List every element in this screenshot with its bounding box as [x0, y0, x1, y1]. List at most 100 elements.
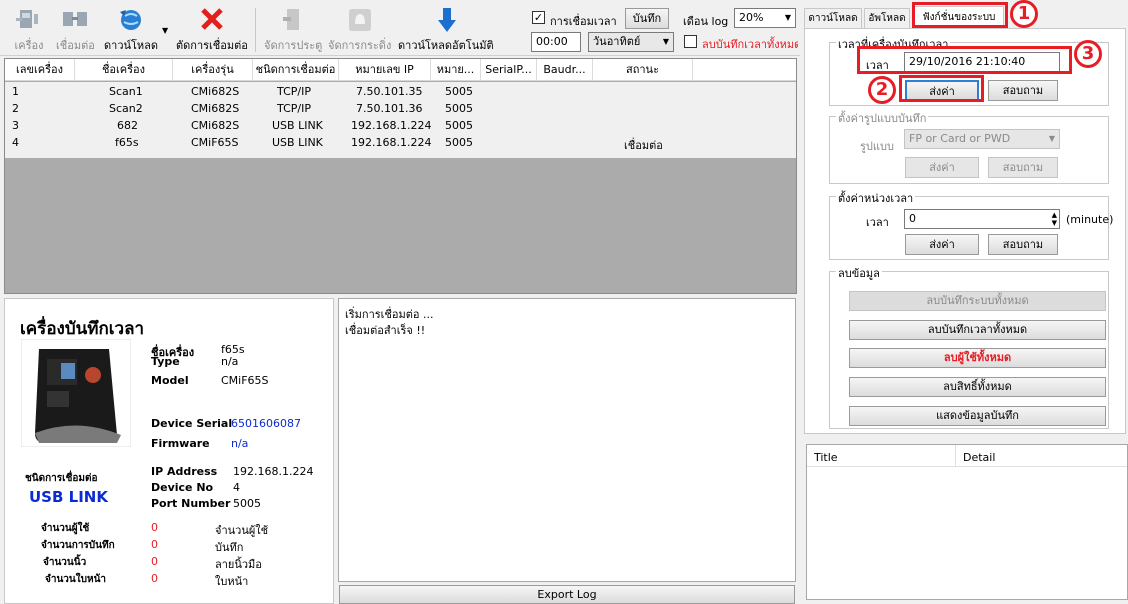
auto-download-button[interactable]: ดาวน์โหลดอัตโนมัติ	[398, 6, 494, 54]
log-line: เชื่อมต่อสำเร็จ !!	[345, 324, 426, 337]
count-label: จำนวนนิ้ว	[43, 557, 87, 568]
col-header[interactable]: สถานะ	[593, 59, 693, 81]
count-value: 0	[151, 555, 158, 568]
bell-button[interactable]: จัดการกระดิ่ง	[328, 6, 391, 54]
delete-rights-button[interactable]: ลบสิทธิ์ทั้งหมด	[849, 377, 1106, 397]
query-time-button[interactable]: สอบถาม	[988, 80, 1058, 101]
query-format-button[interactable]: สอบถาม	[988, 157, 1058, 178]
auto-download-label: ดาวน์โหลดอัตโนมัติ	[398, 39, 494, 52]
door-label: จัดการประตู	[264, 39, 323, 52]
send-delay-button[interactable]: ส่งค่า	[905, 234, 979, 255]
annotation-box-time	[857, 46, 1072, 74]
delay-label: เวลา	[866, 216, 889, 229]
show-log-data-button[interactable]: แสดงข้อมูลบันทึก	[849, 406, 1106, 426]
table-row[interactable]: 3 682 CMi682S USB LINK 192.168.1.224 5005	[5, 117, 796, 134]
table-row[interactable]: 2 Scan2 CMi682S TCP/IP 7.50.101.36 5005	[5, 100, 796, 117]
down-arrow-icon	[437, 8, 456, 32]
annotation-number-1: 1	[1010, 0, 1038, 28]
delete-group-title: ลบข้อมูล	[836, 264, 882, 282]
spinner-icon[interactable]: ▲ ▼	[1052, 211, 1057, 227]
model-value: CMiF65S	[221, 374, 269, 387]
count-value: 0	[151, 538, 158, 551]
download-dropdown-arrow[interactable]: ▼	[162, 26, 168, 35]
tab-upload[interactable]: อัพโหลด	[864, 8, 910, 28]
sync-time-checkbox[interactable]: ✓	[532, 11, 545, 24]
bell-icon	[348, 9, 371, 31]
model-label: Model	[151, 374, 189, 387]
firmware-value: n/a	[231, 437, 249, 450]
count-value: 0	[151, 521, 158, 534]
table-row[interactable]: 1 Scan1 CMi682S TCP/IP 7.50.101.35 5005	[5, 83, 796, 100]
connect-button[interactable]: เชื่อมต่อ	[56, 6, 95, 54]
query-delay-button[interactable]: สอบถาม	[988, 234, 1058, 255]
delay-input[interactable]: 0 ▲ ▼	[904, 209, 1060, 229]
month-log-select[interactable]: 20% ▼	[734, 8, 796, 28]
col-divider	[955, 445, 956, 467]
machine-button[interactable]: เครื่อง	[14, 6, 44, 54]
port-label: Port Number	[151, 497, 231, 510]
device-image	[21, 339, 131, 447]
download-label: ดาวน์โหลด	[104, 39, 159, 52]
delete-system-log-button[interactable]: ลบบันทึกระบบทั้งหมด	[849, 291, 1106, 311]
download-globe-icon	[120, 10, 142, 30]
count-label: จำนวนผู้ใช้	[41, 523, 90, 534]
firmware-label: Firmware	[151, 437, 210, 450]
count-unit: ใบหน้า	[215, 575, 249, 588]
download-button[interactable]: ดาวน์โหลด	[104, 6, 158, 54]
col-header[interactable]: ชนิดการเชื่อมต่อ	[253, 59, 339, 81]
export-log-button[interactable]: Export Log	[339, 585, 795, 604]
send-format-button[interactable]: ส่งค่า	[905, 157, 979, 178]
serial-value: 6501606087	[231, 417, 301, 430]
device-grid: เลขเครื่อง ชื่อเครื่อง เครื่องรุ่น ชนิดก…	[4, 58, 797, 294]
col-header[interactable]: Baudr...	[537, 59, 593, 81]
tab-download[interactable]: ดาวน์โหลด	[804, 8, 862, 28]
ip-label: IP Address	[151, 465, 218, 478]
chevron-down-icon: ▼	[662, 37, 669, 46]
col-header[interactable]: SerialP...	[481, 59, 537, 81]
grid-header: เลขเครื่อง ชื่อเครื่อง เครื่องรุ่น ชนิดก…	[5, 59, 796, 81]
detail-col-header[interactable]: Detail	[963, 451, 995, 464]
chevron-down-icon: ▼	[1048, 134, 1055, 143]
count-unit: บันทึก	[215, 541, 244, 554]
serial-label: Device Serial	[151, 417, 233, 430]
delete-all-checkbox[interactable]	[684, 35, 697, 48]
save-button[interactable]: บันทึก	[625, 8, 669, 29]
toolbar: เครื่อง เชื่อมต่อ ดาวน์โหลด ▼ ตัดการเชื่…	[0, 0, 800, 56]
delay-unit: (minute)	[1066, 213, 1114, 226]
grid-rows: 1 Scan1 CMi682S TCP/IP 7.50.101.35 5005 2 Scan…	[5, 82, 796, 158]
conn-type-label: ชนิดการเชื่อมต่อ	[25, 473, 98, 484]
col-header[interactable]: เครื่องรุ่น	[173, 59, 253, 81]
col-header[interactable]: ชื่อเครื่อง	[75, 59, 173, 81]
disconnect-label: ตัดการเชื่อมต่อ	[176, 39, 248, 52]
chevron-down-icon: ▼	[784, 13, 791, 22]
title-col-header[interactable]: Title	[814, 451, 838, 464]
port-value: 5005	[233, 497, 261, 510]
close-icon	[201, 8, 223, 30]
door-button[interactable]: จัดการประตู	[264, 6, 322, 54]
count-value: 0	[151, 572, 158, 585]
connect-label: เชื่อมต่อ	[56, 39, 95, 52]
col-header[interactable]: หมายเลข IP	[339, 59, 431, 81]
count-label: จำนวนการบันทึก	[41, 540, 115, 551]
time-input[interactable]: 00:00	[531, 32, 581, 52]
delete-time-log-button[interactable]: ลบบันทึกเวลาทั้งหมด	[849, 320, 1106, 340]
annotation-number-2: 2	[868, 76, 896, 104]
bell-label: จัดการกระดิ่ง	[328, 39, 392, 52]
detail-header: Title Detail	[807, 445, 1127, 467]
count-label: จำนวนใบหน้า	[45, 574, 107, 585]
day-select[interactable]: วันอาทิตย์ ▼	[588, 32, 674, 52]
format-select[interactable]: FP or Card or PWD ▼	[904, 129, 1060, 149]
delete-users-button[interactable]: ลบผู้ใช้ทั้งหมด	[849, 348, 1106, 368]
connect-icon	[63, 12, 88, 26]
delete-all-label: ลบบันทึกเวลาทั้งหมด	[702, 38, 798, 51]
detail-list[interactable]: Title Detail	[806, 444, 1128, 600]
toolbar-divider	[255, 8, 256, 52]
machine-label: เครื่อง	[14, 39, 44, 52]
disconnect-button[interactable]: ตัดการเชื่อมต่อ	[176, 6, 248, 54]
table-row[interactable]: 4 f65s CMiF65S USB LINK 192.168.1.224 5005 เชื…	[5, 134, 796, 152]
col-header[interactable]: เลขเครื่อง	[5, 59, 75, 81]
sync-time-label: การเชื่อมเวลา	[550, 15, 617, 28]
log-panel[interactable]: เริ่มการเชื่อมต่อ ... เชื่อมต่อสำเร็จ !!	[338, 298, 796, 582]
annotation-box-send	[899, 75, 984, 102]
col-header[interactable]: หมาย...	[431, 59, 481, 81]
